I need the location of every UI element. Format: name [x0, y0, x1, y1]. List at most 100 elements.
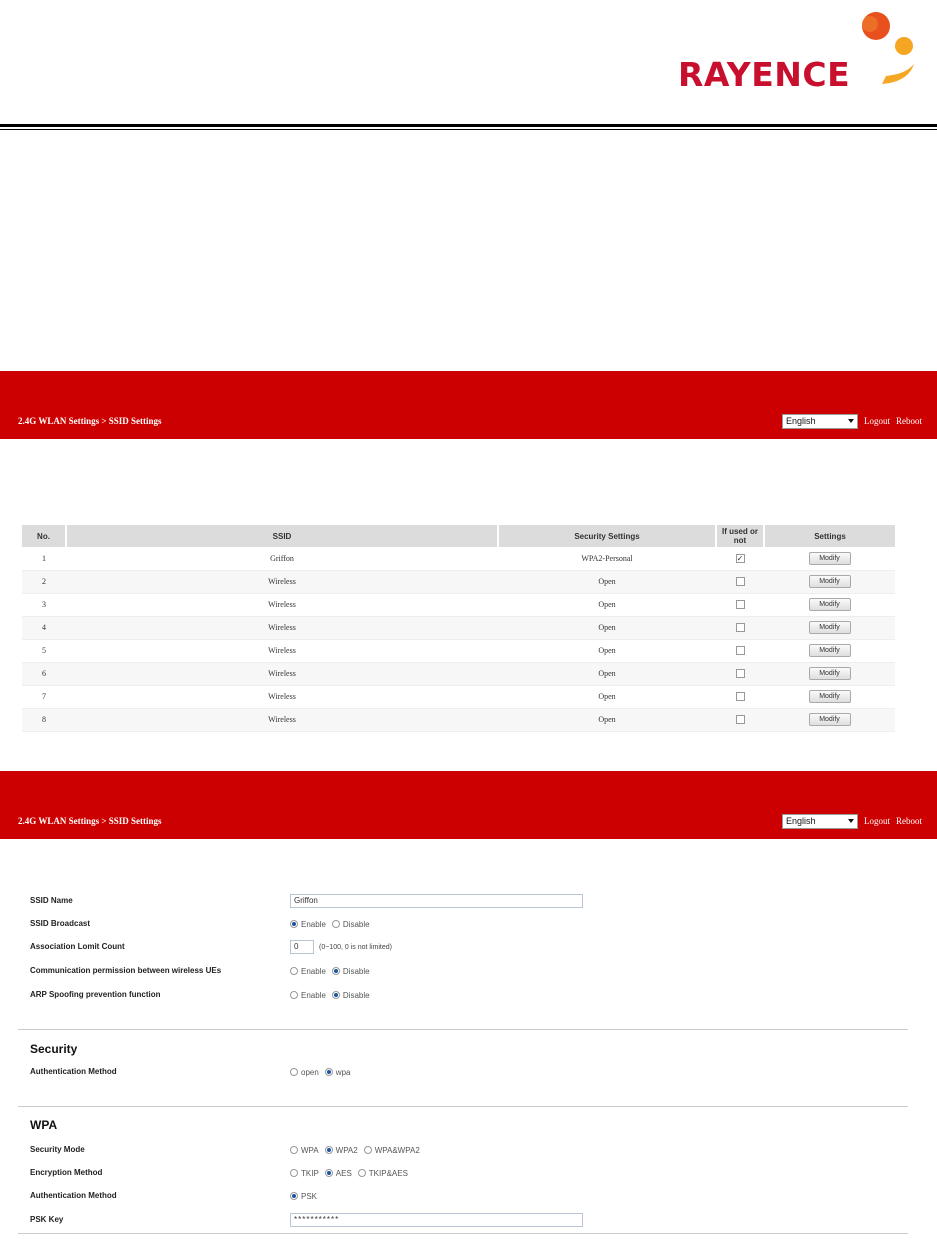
auth-wpa-option[interactable]: wpa: [324, 1068, 350, 1077]
psk-key-row: PSK Key ***********: [30, 1212, 910, 1228]
radio-icon: [363, 1146, 372, 1154]
radio-icon: [290, 1068, 298, 1076]
row-ssid: Wireless: [66, 570, 498, 594]
row-security: Open: [498, 639, 716, 663]
row-settings-cell: Modify: [764, 593, 895, 617]
table-row: 1 Griffon WPA2-Personal ✓ Modify: [22, 547, 895, 571]
modify-button[interactable]: Modify: [808, 621, 851, 634]
language-select-value: English: [786, 416, 816, 426]
auth-open-option[interactable]: open: [290, 1068, 319, 1077]
row-security: WPA2-Personal: [498, 547, 716, 571]
row-settings-cell: Modify: [764, 547, 895, 571]
row-security: Open: [498, 616, 716, 640]
breadcrumb: 2.4G WLAN Settings > SSID Settings: [18, 416, 162, 426]
assoc-limit-label: Association Lomit Count: [30, 942, 125, 951]
top-header-bar: 2.4G WLAN Settings > SSID Settings Engli…: [0, 371, 937, 439]
row-used-cell: [716, 570, 764, 594]
option-label: WPA2: [335, 1145, 358, 1155]
auth-psk-option[interactable]: PSK: [290, 1192, 317, 1201]
arp-spoofing-row: ARP Spoofing prevention function Enable …: [30, 987, 910, 1003]
mode-wpa2-option[interactable]: WPA2: [324, 1145, 358, 1155]
option-label: Disable: [342, 966, 370, 976]
ssid-broadcast-enable[interactable]: Enable: [290, 920, 326, 929]
checkbox-icon[interactable]: [735, 669, 745, 679]
arp-spoofing-enable[interactable]: Enable: [290, 991, 326, 1000]
radio-selected-icon: [324, 1169, 333, 1177]
chevron-down-icon: [848, 819, 854, 823]
option-label: WPA&WPA2: [374, 1145, 420, 1155]
radio-icon: [290, 1169, 298, 1177]
row-used-cell: [716, 685, 764, 709]
table-row: 8 Wireless Open Modify: [22, 708, 895, 732]
logout-link[interactable]: Logout: [864, 816, 890, 826]
col-header-no: No.: [22, 525, 66, 547]
modify-button[interactable]: Modify: [808, 690, 851, 703]
modify-button[interactable]: Modify: [808, 644, 851, 657]
row-number: 4: [22, 616, 66, 640]
section-divider: [18, 1106, 908, 1107]
logout-link[interactable]: Logout: [864, 416, 890, 426]
assoc-limit-input[interactable]: 0: [290, 940, 314, 954]
logo-swirl-icon: [862, 12, 914, 84]
reboot-link[interactable]: Reboot: [896, 816, 922, 826]
checkbox-icon[interactable]: [735, 692, 745, 702]
language-select[interactable]: English: [782, 814, 858, 829]
col-header-used: If used or not: [715, 525, 764, 547]
row-security: Open: [498, 708, 716, 732]
row-used-cell: [716, 593, 764, 617]
option-label: PSK: [301, 1191, 318, 1201]
breadcrumb: 2.4G WLAN Settings > SSID Settings: [18, 816, 162, 826]
modify-button[interactable]: Modify: [808, 667, 851, 680]
comm-permission-row: Communication permission between wireles…: [30, 963, 910, 979]
modify-button[interactable]: Modify: [808, 598, 851, 611]
mode-wpa-option[interactable]: WPA: [290, 1146, 319, 1155]
checkbox-icon[interactable]: [735, 623, 745, 633]
arp-spoofing-disable[interactable]: Disable: [331, 991, 370, 1000]
row-number: 8: [22, 708, 66, 732]
radio-selected-icon: [290, 920, 298, 928]
enc-tkip-option[interactable]: TKIP: [290, 1169, 319, 1178]
section-divider: [18, 1233, 908, 1234]
checkbox-icon[interactable]: [735, 577, 745, 587]
ssid-broadcast-label: SSID Broadcast: [30, 919, 91, 928]
modify-button[interactable]: Modify: [808, 713, 851, 726]
col-header-security: Security Settings: [497, 525, 716, 547]
row-used-cell: [716, 662, 764, 686]
row-ssid: Wireless: [66, 708, 498, 732]
table-row: 7 Wireless Open Modify: [22, 685, 895, 709]
table-header-row: No. SSID Security Settings If used or no…: [22, 525, 895, 547]
reboot-link[interactable]: Reboot: [896, 416, 922, 426]
ssid-table: No. SSID Security Settings If used or no…: [22, 525, 895, 732]
radio-selected-icon: [331, 967, 340, 975]
table-row: 4 Wireless Open Modify: [22, 616, 895, 640]
checkbox-icon[interactable]: [735, 646, 745, 656]
ssid-name-input[interactable]: Griffon: [290, 894, 583, 908]
psk-key-input[interactable]: ***********: [290, 1213, 583, 1227]
wpa-auth-row: Authentication Method PSK: [30, 1188, 910, 1204]
option-label: TKIP&AES: [368, 1168, 408, 1178]
checkbox-checked-icon[interactable]: ✓: [735, 554, 745, 564]
assoc-limit-hint: (0~100, 0 is not limited): [319, 943, 392, 951]
ssid-name-label: SSID Name: [30, 896, 73, 905]
radio-icon: [290, 967, 298, 975]
mode-wpa-wpa2-option[interactable]: WPA&WPA2: [363, 1145, 420, 1155]
checkbox-icon[interactable]: [735, 600, 745, 610]
security-auth-row: Authentication Method open wpa: [30, 1064, 910, 1080]
enc-aes-option[interactable]: AES: [324, 1169, 352, 1178]
modify-button[interactable]: Modify: [808, 551, 851, 565]
comm-permission-disable[interactable]: Disable: [331, 966, 370, 976]
comm-permission-enable[interactable]: Enable: [290, 967, 326, 976]
checkbox-icon[interactable]: [735, 715, 745, 725]
ssid-name-row: SSID Name Griffon: [30, 893, 910, 909]
ssid-broadcast-disable[interactable]: Disable: [331, 920, 370, 929]
row-security: Open: [498, 570, 716, 594]
language-select[interactable]: English: [782, 414, 858, 429]
encryption-label: Encryption Method: [30, 1168, 103, 1177]
row-ssid: Wireless: [66, 662, 498, 686]
enc-tkip-aes-option[interactable]: TKIP&AES: [357, 1168, 408, 1178]
table-row: 2 Wireless Open Modify: [22, 570, 895, 594]
radio-selected-icon: [290, 1192, 298, 1200]
header-rule-thin: [0, 129, 937, 130]
modify-button[interactable]: Modify: [808, 575, 851, 588]
logo-wordmark: RAYENCE: [678, 55, 851, 94]
